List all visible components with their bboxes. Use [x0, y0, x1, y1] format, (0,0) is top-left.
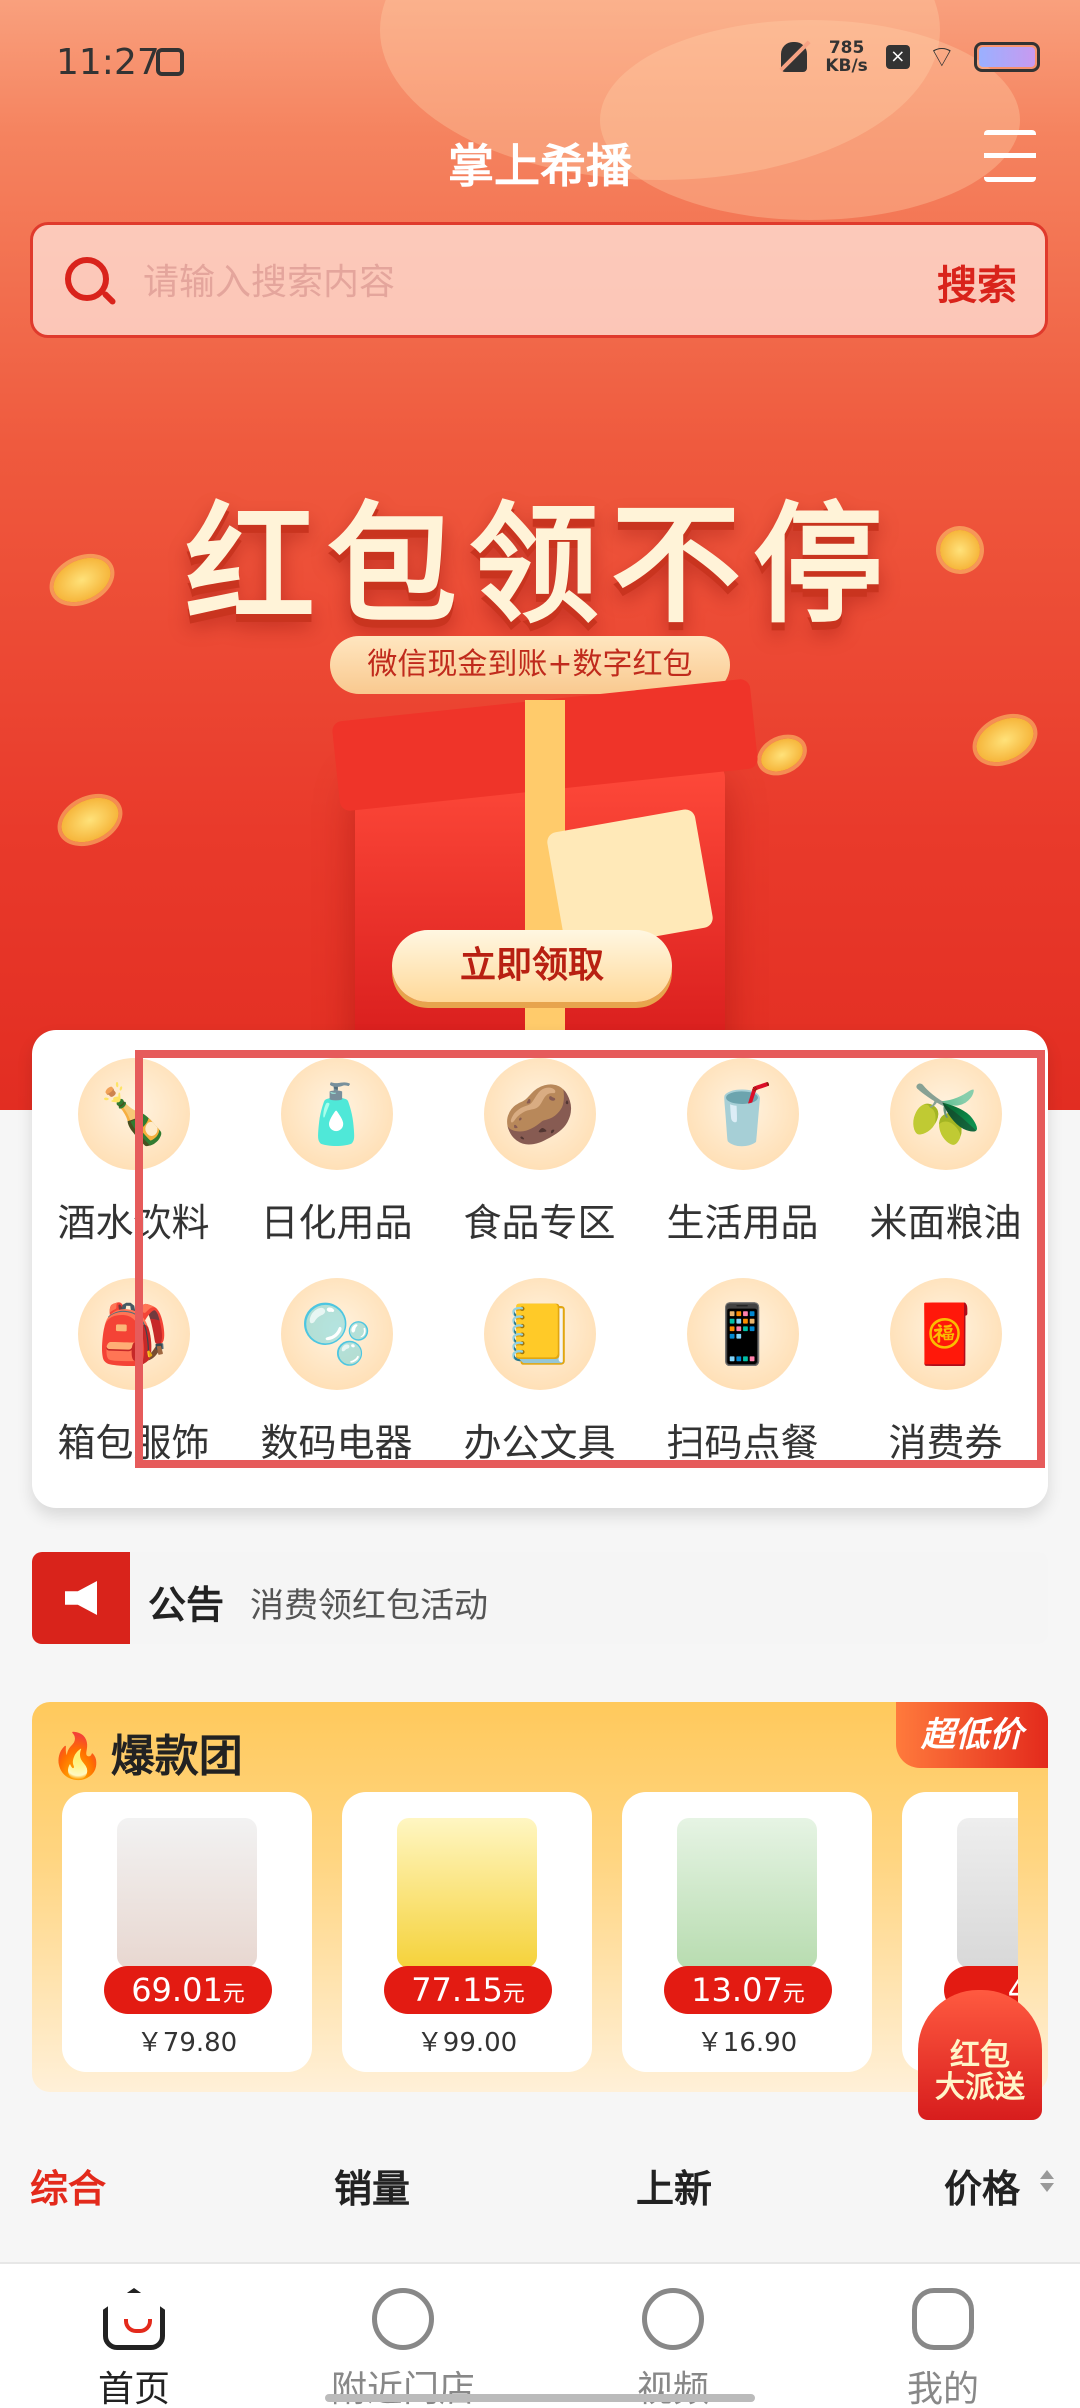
thermos-icon: 🥤 — [686, 1058, 799, 1170]
lotion-bottle-icon: 🧴 — [280, 1058, 393, 1170]
chips-icon: 🥔 — [483, 1058, 596, 1170]
tab-nearby-stores[interactable]: 附近门店 — [303, 2288, 503, 2408]
category-bags-clothing[interactable]: 🎒 箱包服饰 — [32, 1274, 235, 1484]
home-indicator — [325, 2394, 755, 2402]
sort-overall[interactable]: 综合 — [30, 2158, 106, 2213]
original-price: ￥16.90 — [696, 2028, 798, 2058]
bottle-bag-icon: 🍾 — [77, 1058, 190, 1170]
rice-bag-image — [117, 1818, 257, 1968]
bottom-tab-bar: 首页 附近门店 视频 我的 — [0, 2262, 1080, 2408]
profile-face-icon — [912, 2288, 974, 2350]
notebook-icon: 📒 — [483, 1278, 596, 1390]
page-title: 掌上希播 — [448, 139, 632, 193]
home-icon — [103, 2288, 165, 2350]
claim-now-button[interactable]: 立即领取 — [392, 930, 672, 1002]
detergent-bag-image — [677, 1818, 817, 1968]
oil-bottle-image — [397, 1818, 537, 1968]
category-digital-appliances[interactable]: 🫧 数码电器 — [235, 1274, 438, 1484]
tab-video[interactable]: 视频 — [573, 2288, 773, 2408]
speaker-icon — [32, 1552, 130, 1644]
search-button[interactable]: 搜索 — [937, 253, 1017, 311]
status-time: 11:27 — [56, 42, 160, 83]
search-bar[interactable]: 搜索 — [30, 222, 1048, 338]
announcement-bar[interactable]: 公告 消费领红包活动 — [32, 1552, 1048, 1644]
category-office-stationery[interactable]: 📒 办公文具 — [438, 1274, 641, 1484]
net-speed: 785 KB/s — [825, 38, 868, 76]
tab-home[interactable]: 首页 — [34, 2288, 234, 2408]
battery-icon — [974, 42, 1040, 72]
oil-bottle-icon: 🫒 — [889, 1058, 1002, 1170]
category-household[interactable]: 🥤 生活用品 — [641, 1054, 844, 1264]
sort-new[interactable]: 上新 — [636, 2158, 712, 2213]
sort-bar: 综合 销量 上新 价格 — [0, 2150, 1080, 2230]
tab-mine[interactable]: 我的 — [843, 2288, 1043, 2408]
tissue-pack-image — [957, 1818, 1018, 1968]
calendar-icon — [156, 48, 184, 76]
gift-box-illustration — [331, 678, 759, 1050]
wifi-icon: ⌔ — [927, 40, 956, 75]
search-icon — [65, 257, 109, 301]
sort-price[interactable]: 价格 — [944, 2158, 1020, 2213]
announcement-text: 消费领红包活动 — [250, 1586, 488, 1626]
product-card[interactable]: 77.15元 ￥99.00 — [342, 1792, 592, 2072]
red-packet-giveaway-button[interactable]: 红包 大派送 — [918, 1990, 1042, 2120]
category-grid-card: 🍾 酒水饮料 🧴 日化用品 🥔 食品专区 🥤 生活用品 🫒 米面粮油 🎒 箱包服… — [32, 1030, 1048, 1508]
announcement-tag: 公告 — [148, 1583, 225, 1627]
product-card[interactable]: 13.07元 ￥16.90 — [622, 1792, 872, 2072]
category-grain-oil[interactable]: 🫒 米面粮油 — [844, 1054, 1047, 1264]
category-grid: 🍾 酒水饮料 🧴 日化用品 🥔 食品专区 🥤 生活用品 🫒 米面粮油 🎒 箱包服… — [32, 1054, 1048, 1484]
status-icons: 785 KB/s × ⌔ — [781, 38, 1040, 76]
sort-arrows-icon — [1040, 2170, 1054, 2196]
coupon-icon: 🧧 — [889, 1278, 1002, 1390]
original-price: ￥99.00 — [416, 2028, 518, 2058]
deal-price: 69.01元 — [104, 1966, 272, 2014]
fire-icon: 🔥 — [50, 1731, 105, 1782]
play-icon — [642, 2288, 704, 2350]
deal-price: 13.07元 — [664, 1966, 832, 2014]
phone-scan-icon: 📱 — [686, 1278, 799, 1390]
category-coupons[interactable]: 🧧 消费券 — [844, 1274, 1047, 1484]
original-price: ￥79.80 — [136, 2028, 238, 2058]
hot-group-section: 🔥 爆款团 超低价 69.01元 ￥79.80 77.15元 ￥99.00 13.… — [32, 1702, 1048, 2092]
category-food[interactable]: 🥔 食品专区 — [438, 1054, 641, 1264]
category-daily-chemicals[interactable]: 🧴 日化用品 — [235, 1054, 438, 1264]
banner-title: 红包领不停 — [184, 489, 895, 641]
close-notification-icon: × — [885, 45, 910, 69]
super-low-price-badge: 超低价 — [896, 1702, 1048, 1768]
category-scan-order[interactable]: 📱 扫码点餐 — [641, 1274, 844, 1484]
washing-machine-icon: 🫧 — [280, 1278, 393, 1390]
banner-subtitle: 微信现金到账+数字红包 — [330, 636, 730, 694]
menu-icon[interactable] — [984, 130, 1036, 182]
hot-group-title: 🔥 爆款团 — [50, 1731, 243, 1782]
product-carousel[interactable]: 69.01元 ￥79.80 77.15元 ￥99.00 13.07元 ￥16.9… — [62, 1792, 1018, 2072]
backpack-icon: 🎒 — [77, 1278, 190, 1390]
product-card[interactable]: 69.01元 ￥79.80 — [62, 1792, 312, 2072]
mute-bell-icon — [781, 42, 808, 72]
status-bar: 11:27 785 KB/s × ⌔ — [0, 0, 1080, 125]
category-drinks[interactable]: 🍾 酒水饮料 — [32, 1054, 235, 1264]
sort-sales[interactable]: 销量 — [334, 2158, 410, 2213]
search-input[interactable] — [143, 255, 843, 309]
deal-price: 77.15元 — [384, 1966, 552, 2014]
compass-icon — [372, 2288, 434, 2350]
